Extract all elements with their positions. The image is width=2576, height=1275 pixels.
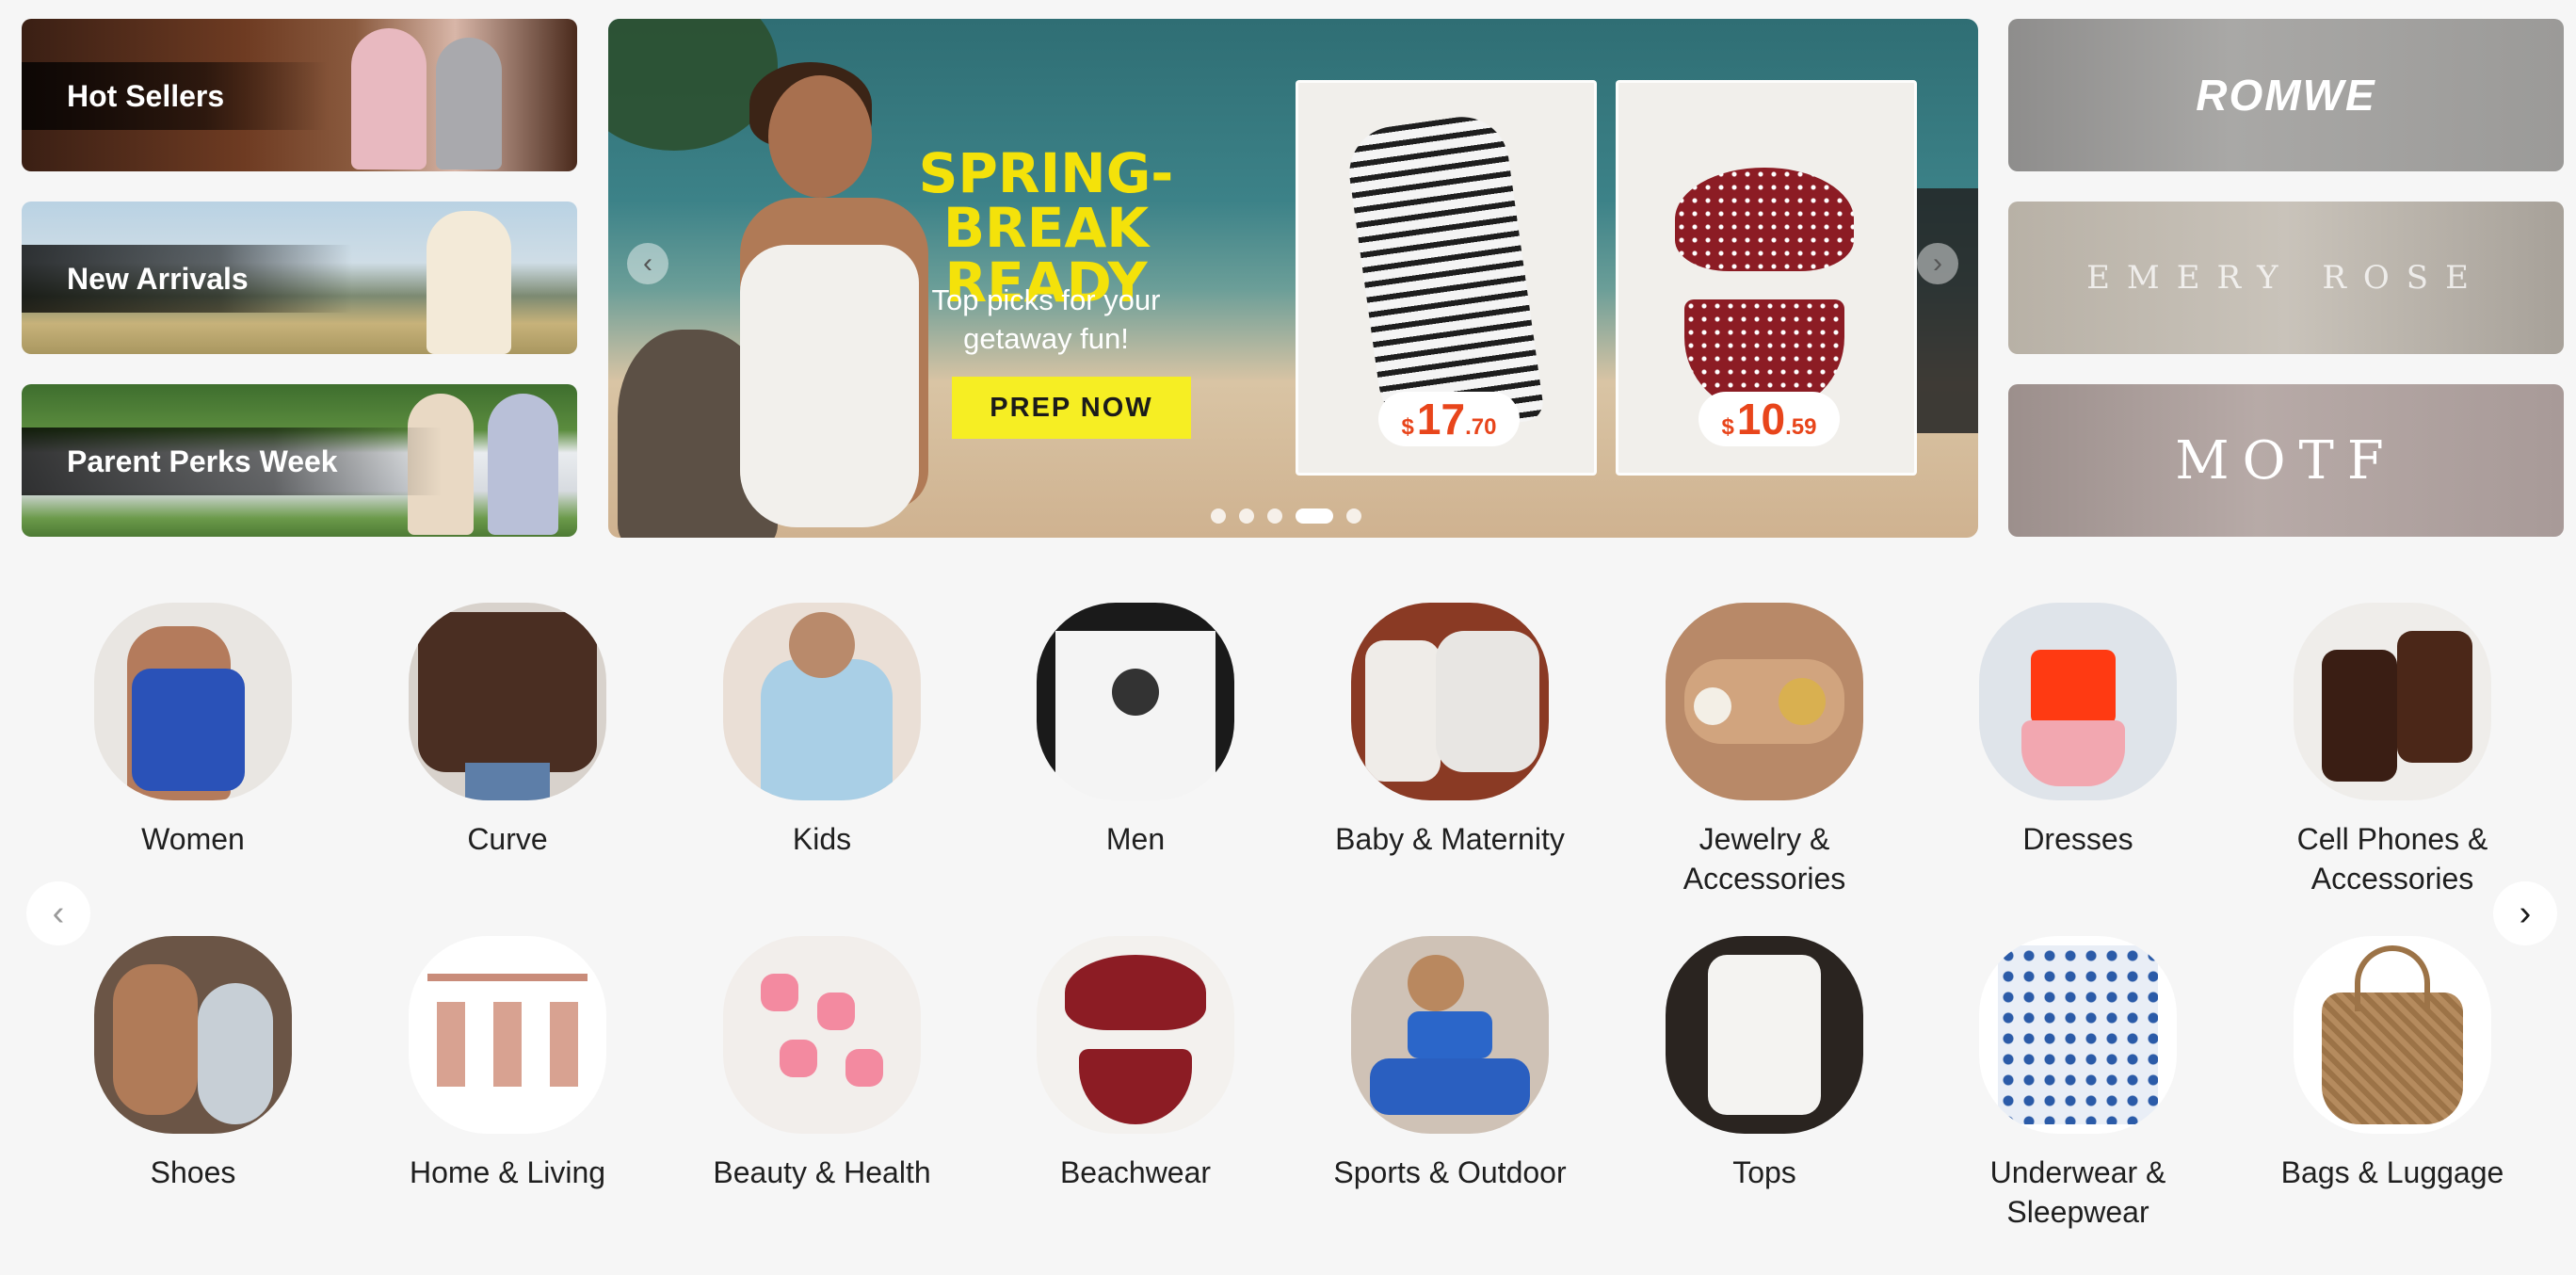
category-curve[interactable]: Curve <box>376 603 639 859</box>
brand-card-romwe[interactable]: ROMWE <box>2008 19 2564 171</box>
category-beachwear[interactable]: Beachwear <box>1004 936 1267 1192</box>
category-label: Baby & Maternity <box>1335 822 1565 856</box>
price-badge: $ 17 .70 <box>1378 392 1520 446</box>
promo-label: Parent Perks Week <box>22 428 442 495</box>
category-men[interactable]: Men <box>1004 603 1267 859</box>
category-image <box>1979 603 2177 800</box>
category-jewelry-accessories[interactable]: Jewelry & Accessories <box>1633 603 1896 898</box>
category-tops[interactable]: Tops <box>1633 936 1896 1192</box>
category-image <box>1037 936 1234 1134</box>
promo-label: Hot Sellers <box>22 62 329 130</box>
carousel-indicators <box>1211 508 1361 524</box>
category-label: Shoes <box>150 1155 236 1189</box>
category-kids[interactable]: Kids <box>690 603 954 859</box>
carousel-dot[interactable] <box>1239 508 1254 524</box>
category-label: Women <box>141 822 245 856</box>
category-label: Dresses <box>2022 822 2133 856</box>
model-image <box>427 211 511 354</box>
model-image <box>436 38 502 169</box>
bikini-image <box>1675 168 1854 271</box>
category-label: Kids <box>792 822 852 856</box>
category-image <box>409 936 606 1134</box>
category-image <box>94 603 292 800</box>
category-bags-luggage[interactable]: Bags & Luggage <box>2261 936 2524 1192</box>
category-label: Bags & Luggage <box>2280 1155 2504 1189</box>
category-beauty-health[interactable]: Beauty & Health <box>690 936 954 1192</box>
category-image <box>723 603 921 800</box>
category-label: Cell Phones & Accessories <box>2296 822 2488 896</box>
carousel-dot[interactable] <box>1346 508 1361 524</box>
carousel-dot[interactable] <box>1267 508 1282 524</box>
chevron-right-icon[interactable]: › <box>1917 243 1958 284</box>
category-label: Sports & Outdoor <box>1333 1155 1567 1189</box>
category-image <box>1037 603 1234 800</box>
brand-logo-text: EMERY ROSE <box>2086 259 2486 297</box>
category-image <box>2294 936 2491 1134</box>
brand-card-motf[interactable]: MOTF <box>2008 384 2564 537</box>
brand-logo-text: MOTF <box>2175 429 2397 492</box>
category-home-living[interactable]: Home & Living <box>376 936 639 1192</box>
category-label: Tops <box>1732 1155 1796 1189</box>
category-image <box>1666 603 1863 800</box>
category-next-arrow[interactable]: › <box>2493 881 2557 945</box>
category-label: Underwear & Sleepwear <box>1989 1155 2166 1229</box>
category-image <box>409 603 606 800</box>
promo-card-parent-perks-week[interactable]: Parent Perks Week <box>22 384 577 537</box>
category-baby-maternity[interactable]: Baby & Maternity <box>1318 603 1582 859</box>
brand-card-emery-rose[interactable]: EMERY ROSE <box>2008 202 2564 354</box>
category-sports-outdoor[interactable]: Sports & Outdoor <box>1318 936 1582 1192</box>
chevron-left-icon[interactable]: ‹ <box>627 243 668 284</box>
category-shoes[interactable]: Shoes <box>61 936 325 1192</box>
category-label: Beachwear <box>1059 1155 1212 1189</box>
category-cell-phones-accessories[interactable]: Cell Phones & Accessories <box>2261 603 2524 898</box>
brand-logo-text: ROMWE <box>2196 71 2376 120</box>
category-label: Curve <box>467 822 548 856</box>
product-card-striped-dress[interactable]: $ 17 .70 <box>1296 80 1597 476</box>
prep-now-button[interactable]: PREP NOW <box>952 377 1191 439</box>
category-dresses[interactable]: Dresses <box>1946 603 2210 859</box>
homepage: Hot Sellers New Arrivals Parent Perks We… <box>0 0 2576 1275</box>
category-image <box>723 936 921 1134</box>
promo-label: New Arrivals <box>22 245 352 313</box>
category-label: Home & Living <box>409 1155 606 1189</box>
category-image <box>1666 936 1863 1134</box>
price-badge: $ 10 .59 <box>1699 392 1840 446</box>
promo-card-new-arrivals[interactable]: New Arrivals <box>22 202 577 354</box>
category-image <box>94 936 292 1134</box>
product-card-bikini[interactable]: $ 10 .59 <box>1616 80 1917 476</box>
category-label: Men <box>1105 822 1166 856</box>
category-prev-arrow[interactable]: ‹ <box>26 881 90 945</box>
category-image <box>1351 936 1549 1134</box>
category-label: Jewelry & Accessories <box>1682 822 1846 896</box>
category-label: Beauty & Health <box>713 1155 931 1189</box>
carousel-dot[interactable] <box>1211 508 1226 524</box>
promo-card-hot-sellers[interactable]: Hot Sellers <box>22 19 577 171</box>
category-image <box>1979 936 2177 1134</box>
category-image <box>1351 603 1549 800</box>
category-underwear-sleepwear[interactable]: Underwear & Sleepwear <box>1946 936 2210 1232</box>
category-image <box>2294 603 2491 800</box>
model-image <box>351 28 427 169</box>
child-image <box>488 394 558 535</box>
banner-subtext: Top picks for your getaway fun! <box>931 283 1161 355</box>
hero-banner[interactable]: SPRING-BREAK READY Top picks for your ge… <box>608 19 1978 538</box>
carousel-dot-active[interactable] <box>1296 508 1333 524</box>
category-women[interactable]: Women <box>61 603 325 859</box>
